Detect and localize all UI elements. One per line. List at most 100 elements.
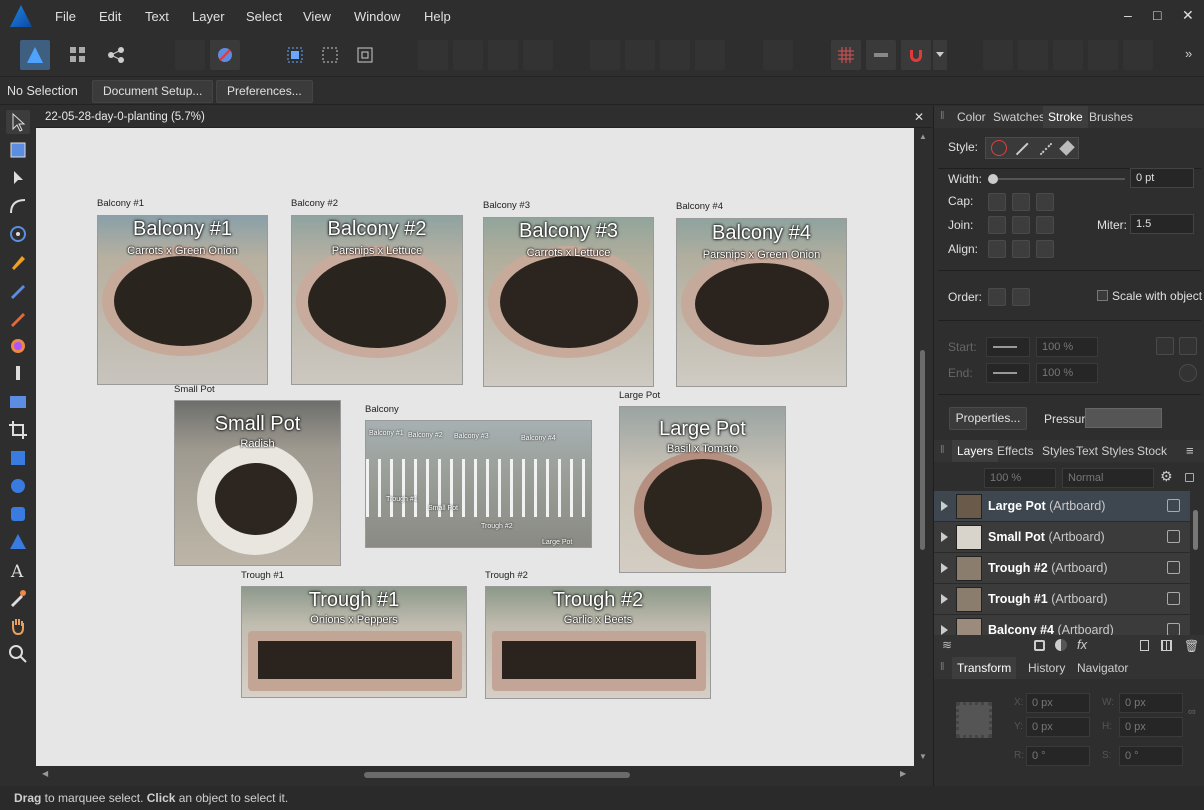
artboard-label[interactable]: Balcony #1: [97, 198, 144, 209]
anchor-selector-icon[interactable]: [956, 702, 992, 738]
x-input[interactable]: 0 px: [1026, 693, 1090, 713]
width-slider-knob[interactable]: [988, 174, 998, 184]
pen-tool-icon[interactable]: [6, 250, 30, 274]
boolean-intersect-icon[interactable]: [1053, 40, 1083, 70]
export-persona-button[interactable]: [63, 40, 93, 70]
solid-line-icon[interactable]: [1015, 142, 1029, 155]
scroll-left-icon[interactable]: ◀: [42, 769, 48, 778]
align-inside-icon[interactable]: [1012, 240, 1030, 258]
layer-visibility-checkbox[interactable]: [1167, 530, 1180, 543]
round-join-icon[interactable]: [1012, 216, 1030, 234]
expand-layer-icon[interactable]: [941, 532, 948, 542]
document-tab[interactable]: 22-05-28-day-0-planting (5.7%) ✕: [36, 106, 932, 128]
miter-join-icon[interactable]: [988, 216, 1006, 234]
menu-edit[interactable]: Edit: [99, 9, 121, 24]
tab-transform[interactable]: Transform: [952, 657, 1017, 679]
align-center-icon[interactable]: [988, 240, 1006, 258]
artboard-trough-1[interactable]: Trough #1 Onions x Peppers: [241, 586, 467, 698]
tab-color[interactable]: Color: [952, 106, 991, 128]
layer-row[interactable]: Trough #2 (Artboard): [934, 553, 1190, 584]
expand-layer-icon[interactable]: [941, 625, 948, 635]
expand-layer-icon[interactable]: [941, 501, 948, 511]
gear-icon[interactable]: ⚙: [1160, 468, 1173, 485]
share-icon[interactable]: [101, 40, 131, 70]
corner-tool-icon[interactable]: [6, 194, 30, 218]
panel-grip-icon[interactable]: ‖: [940, 661, 945, 673]
snapping-dropdown-chevron-icon[interactable]: [933, 40, 947, 70]
close-document-icon[interactable]: ✕: [914, 110, 924, 124]
vertical-scroll-thumb[interactable]: [920, 350, 925, 550]
tab-text-styles[interactable]: Text Styles: [1071, 440, 1139, 462]
rotation-input[interactable]: 0 °: [1026, 746, 1090, 766]
start-scale-input[interactable]: 100 %: [1036, 337, 1098, 357]
fx-icon[interactable]: fx: [1077, 637, 1087, 652]
panel-grip-icon[interactable]: ‖: [940, 444, 945, 456]
layer-visibility-checkbox[interactable]: [1167, 499, 1180, 512]
dashed-line-icon[interactable]: [1039, 142, 1053, 156]
shear-input[interactable]: 0 °: [1119, 746, 1183, 766]
grid-icon[interactable]: [831, 40, 861, 70]
invert-selection-icon[interactable]: [350, 40, 380, 70]
menu-text[interactable]: Text: [145, 9, 169, 24]
width-slider[interactable]: [993, 178, 1125, 180]
artboard-label[interactable]: Trough #2: [485, 570, 528, 581]
artboard-balcony[interactable]: Balcony #1 Balcony #2 Balcony #3 Balcony…: [365, 420, 592, 548]
artboard-label[interactable]: Trough #1: [241, 570, 284, 581]
butt-cap-icon[interactable]: [988, 193, 1006, 211]
select-none-icon[interactable]: [315, 40, 345, 70]
arrange-front-icon[interactable]: [523, 40, 553, 70]
no-stroke-icon[interactable]: [991, 140, 1007, 156]
arrange-forward-icon[interactable]: [488, 40, 518, 70]
vertical-scrollbar[interactable]: ▲ ▼: [914, 128, 932, 766]
end-arrowhead-select[interactable]: [986, 363, 1030, 383]
minimize-button[interactable]: –: [1124, 7, 1132, 23]
bevel-join-icon[interactable]: [1036, 216, 1054, 234]
tab-history[interactable]: History: [1023, 657, 1070, 679]
w-input[interactable]: 0 px: [1119, 693, 1183, 713]
flip-horizontal-icon[interactable]: [590, 40, 620, 70]
artboard-trough-2[interactable]: Trough #2 Garlic x Beets: [485, 586, 711, 699]
link-proportions-icon[interactable]: ∞: [1188, 706, 1196, 718]
scroll-up-icon[interactable]: ▲: [919, 132, 927, 141]
color-picker-tool-icon[interactable]: [6, 586, 30, 610]
horizontal-scrollbar[interactable]: ◀ ▶: [36, 766, 914, 784]
tab-effects[interactable]: Effects: [992, 440, 1038, 462]
preferences-button[interactable]: Preferences...: [216, 80, 313, 103]
blend-mode-select[interactable]: Normal: [1062, 468, 1154, 488]
boolean-subtract-icon[interactable]: [1018, 40, 1048, 70]
rounded-rectangle-tool-icon[interactable]: [6, 502, 30, 526]
triangle-tool-icon[interactable]: [6, 530, 30, 554]
toolbar-overflow-chevron-icon[interactable]: »: [1185, 46, 1192, 61]
designer-persona-button[interactable]: [20, 40, 50, 70]
arrange-backward-icon[interactable]: [453, 40, 483, 70]
artboard-balcony-2[interactable]: Balcony #2 Parsnips x Lettuce: [291, 215, 463, 385]
artboard-balcony-3[interactable]: Balcony #3 Carrots x Lettuce: [483, 217, 654, 387]
crop-tool-icon[interactable]: [6, 418, 30, 442]
close-window-button[interactable]: ✕: [1182, 7, 1194, 24]
rotate-right-icon[interactable]: [695, 40, 725, 70]
boolean-xor-icon[interactable]: [1088, 40, 1118, 70]
vector-brush-tool-icon[interactable]: [6, 306, 30, 330]
maximize-button[interactable]: □: [1153, 7, 1161, 23]
select-all-icon[interactable]: [280, 40, 310, 70]
ellipse-tool-icon[interactable]: [6, 474, 30, 498]
tab-navigator[interactable]: Navigator: [1072, 657, 1133, 679]
arrowhead-beyond-icon[interactable]: [1156, 337, 1174, 355]
snapping-manager-icon[interactable]: [210, 40, 240, 70]
point-transform-tool-icon[interactable]: [6, 222, 30, 246]
start-arrowhead-select[interactable]: [986, 337, 1030, 357]
artboard-label[interactable]: Balcony #3: [483, 200, 530, 211]
artboard-small-pot[interactable]: Small Pot Radish: [174, 400, 341, 566]
swap-arrowheads-icon[interactable]: [1179, 364, 1197, 382]
square-cap-icon[interactable]: [1036, 193, 1054, 211]
tab-brushes[interactable]: Brushes: [1084, 106, 1138, 128]
rotate-left-icon[interactable]: [660, 40, 690, 70]
boolean-add-icon[interactable]: [983, 40, 1013, 70]
expand-layer-icon[interactable]: [941, 594, 948, 604]
scale-with-object-checkbox[interactable]: [1097, 290, 1108, 301]
horizontal-scroll-thumb[interactable]: [364, 772, 630, 778]
menu-layer[interactable]: Layer: [192, 9, 225, 24]
layer-visibility-checkbox[interactable]: [1167, 623, 1180, 635]
artboard-label[interactable]: Balcony #2: [291, 198, 338, 209]
pencil-tool-icon[interactable]: [6, 278, 30, 302]
